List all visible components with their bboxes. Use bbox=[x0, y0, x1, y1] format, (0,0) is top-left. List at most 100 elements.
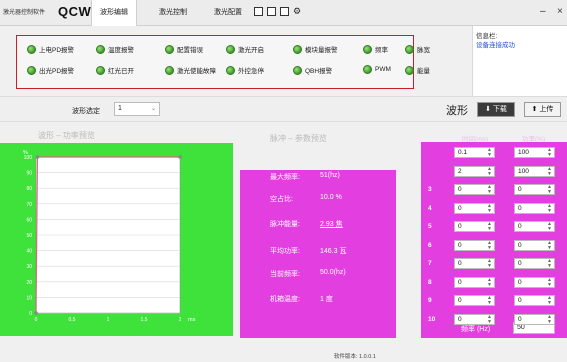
y-tick-label: 10 bbox=[26, 295, 32, 301]
time-spinbox[interactable]: 0 ▲ ▼ bbox=[454, 295, 495, 306]
status-led-icon bbox=[405, 44, 414, 54]
power-spinbox[interactable]: 100 ▲ ▼ bbox=[514, 165, 555, 177]
spin-arrows-icon[interactable]: ▲ ▼ bbox=[487, 222, 492, 232]
time-spinbox[interactable]: 0.1 ▲ ▼ bbox=[454, 147, 495, 158]
row-number: 3 bbox=[428, 186, 432, 193]
spin-arrows-icon[interactable]: ▲ ▼ bbox=[487, 185, 492, 195]
download-button[interactable]: ⬇ 下载 bbox=[477, 102, 515, 117]
spin-arrows-icon[interactable]: ▲ ▼ bbox=[547, 185, 552, 195]
spin-arrows-icon[interactable]: ▲ ▼ bbox=[487, 240, 492, 251]
info-message: 设备连接成功 bbox=[476, 42, 515, 49]
status-label: 脉宽 bbox=[417, 47, 430, 54]
y-tick-label: 40 bbox=[26, 249, 32, 255]
status-label: 模块量报警 bbox=[305, 47, 338, 54]
spin-arrows-icon[interactable]: ▲ ▼ bbox=[487, 277, 492, 288]
power-spinbox[interactable]: 0 ▲ ▼ bbox=[514, 276, 555, 288]
power-spinbox[interactable]: 0 ▲ ▼ bbox=[514, 295, 555, 306]
y-tick-label: 0 bbox=[29, 311, 32, 317]
window-icon[interactable] bbox=[254, 7, 263, 16]
spin-arrows-icon[interactable]: ▲ ▼ bbox=[487, 259, 492, 269]
x-tick-label: 1.5 bbox=[141, 317, 148, 323]
y-tick-label: 50 bbox=[26, 233, 32, 239]
time-spinbox[interactable]: 0 ▲ ▼ bbox=[454, 313, 495, 325]
minimize-button[interactable]: – bbox=[540, 6, 546, 17]
row-number: 6 bbox=[428, 241, 432, 249]
param-row: 当前频率: 50.0(hz) bbox=[270, 269, 346, 279]
spin-arrows-icon[interactable]: ▲ ▼ bbox=[547, 203, 552, 214]
power-spinbox[interactable]: 0 ▲ ▼ bbox=[514, 313, 555, 325]
power-spinbox[interactable]: 100 ▲ ▼ bbox=[514, 147, 555, 158]
param-row: 空占比: 10.0 % bbox=[270, 194, 342, 204]
time-spinbox[interactable]: 2 ▲ ▼ bbox=[454, 165, 495, 177]
status-indicator: PWM bbox=[363, 65, 391, 74]
power-spinbox[interactable]: 0 ▲ ▼ bbox=[514, 221, 555, 232]
power-value: 100 bbox=[518, 149, 529, 156]
power-spinbox[interactable]: 0 ▲ ▼ bbox=[514, 184, 555, 195]
status-led-icon bbox=[226, 44, 235, 54]
spin-arrows-icon[interactable]: ▲ ▼ bbox=[547, 240, 552, 251]
power-spinbox[interactable]: 0 ▲ ▼ bbox=[514, 239, 555, 251]
power-spinbox[interactable]: 0 ▲ ▼ bbox=[514, 202, 555, 214]
spin-arrows-icon[interactable]: ▲ ▼ bbox=[547, 277, 552, 288]
upload-button[interactable]: ⬆ 上传 bbox=[524, 102, 561, 117]
close-button[interactable]: × bbox=[557, 6, 563, 17]
version-label: 软件版本: 1.0.0.1 bbox=[334, 354, 376, 360]
status-label: 温度报警 bbox=[108, 47, 134, 54]
status-label: 红光已开 bbox=[108, 68, 134, 75]
x-tick-label: 1 bbox=[107, 317, 110, 323]
waveform-select-value: 1 bbox=[118, 105, 122, 112]
param-value: 1 度 bbox=[320, 296, 333, 303]
time-value: 0 bbox=[458, 297, 462, 304]
param-value: 10.0 % bbox=[320, 194, 342, 201]
spin-arrows-icon[interactable]: ▲ ▼ bbox=[547, 222, 552, 232]
spin-arrows-icon[interactable]: ▲ ▼ bbox=[487, 148, 492, 158]
time-spinbox[interactable]: 0 ▲ ▼ bbox=[454, 202, 495, 214]
tab-waveform-edit[interactable]: 波形编辑 bbox=[91, 0, 137, 26]
time-value: 0 bbox=[458, 186, 462, 193]
screen-icon[interactable] bbox=[267, 7, 276, 16]
status-led-icon bbox=[165, 65, 174, 75]
x-tick-label: 0 bbox=[35, 317, 38, 323]
time-value: 0 bbox=[458, 223, 462, 230]
power-value: 0 bbox=[518, 223, 522, 230]
spin-arrows-icon[interactable]: ▲ ▼ bbox=[487, 166, 492, 177]
footer: 软件版本: 1.0.0.1 bbox=[0, 338, 567, 362]
param-label: 平均功率: bbox=[270, 248, 300, 255]
waveform-table: 频率 (Hz) 50 10.1▲▼100▲▼22▲▼100▲▼30▲▼0▲▼40… bbox=[421, 142, 567, 338]
power-spinbox[interactable]: 0 ▲ ▼ bbox=[514, 258, 555, 269]
time-spinbox[interactable]: 0 ▲ ▼ bbox=[454, 239, 495, 251]
spin-arrows-icon[interactable]: ▲ ▼ bbox=[547, 314, 552, 325]
time-spinbox[interactable]: 0 ▲ ▼ bbox=[454, 184, 495, 195]
param-label: 脉冲能量: bbox=[270, 221, 300, 228]
spin-arrows-icon[interactable]: ▲ ▼ bbox=[487, 296, 492, 306]
time-value: 0 bbox=[458, 278, 462, 286]
y-axis-label: % bbox=[23, 150, 28, 156]
time-spinbox[interactable]: 0 ▲ ▼ bbox=[454, 276, 495, 288]
time-spinbox[interactable]: 0 ▲ ▼ bbox=[454, 221, 495, 232]
param-value: 2.93 焦 bbox=[320, 221, 343, 228]
settings-icon[interactable]: ⚙ bbox=[293, 7, 302, 16]
spin-arrows-icon[interactable]: ▲ ▼ bbox=[547, 166, 552, 177]
row-number: 9 bbox=[428, 297, 432, 304]
status-led-icon bbox=[165, 44, 174, 54]
download-icon: ⬇ bbox=[485, 106, 491, 113]
status-indicator: 配置错误 bbox=[165, 44, 203, 54]
power-value: 0 bbox=[518, 278, 522, 286]
spin-arrows-icon[interactable]: ▲ ▼ bbox=[547, 296, 552, 306]
power-value: 0 bbox=[518, 186, 522, 193]
waveform-toolbar: 波形选定 1 ⌄ 波形 ⬇ 下载 ⬆ 上传 bbox=[0, 96, 567, 122]
row-number: 4 bbox=[428, 204, 432, 212]
y-tick-label: 20 bbox=[26, 280, 32, 286]
info-panel: 信息栏: 设备连接成功 bbox=[472, 26, 567, 96]
square-icon[interactable] bbox=[280, 7, 289, 16]
tab-laser-config[interactable]: 激光配置 bbox=[205, 0, 251, 26]
tab-laser-control[interactable]: 激光控制 bbox=[150, 0, 196, 26]
spin-arrows-icon[interactable]: ▲ ▼ bbox=[487, 203, 492, 214]
waveform-select[interactable]: 1 ⌄ bbox=[114, 102, 160, 116]
spin-arrows-icon[interactable]: ▲ ▼ bbox=[547, 259, 552, 269]
time-value: 0 bbox=[458, 315, 462, 323]
spin-arrows-icon[interactable]: ▲ ▼ bbox=[547, 148, 552, 158]
y-tick-label: 60 bbox=[26, 217, 32, 223]
spin-arrows-icon[interactable]: ▲ ▼ bbox=[487, 314, 492, 325]
time-spinbox[interactable]: 0 ▲ ▼ bbox=[454, 258, 495, 269]
